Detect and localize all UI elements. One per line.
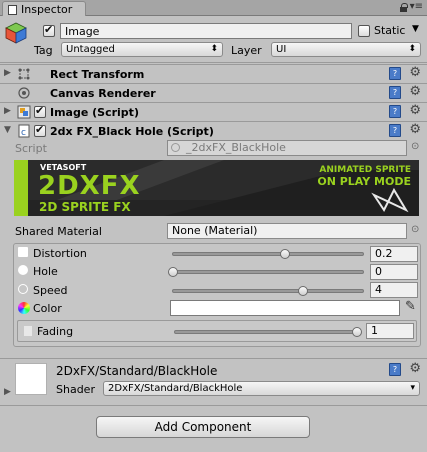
eyedropper-icon[interactable]: ✎ — [405, 299, 416, 314]
help-book-icon[interactable]: ? — [389, 363, 401, 376]
shared-material-field[interactable]: None (Material) — [167, 223, 407, 239]
help-book-icon[interactable]: ? — [389, 105, 401, 118]
color-wheel-icon — [18, 302, 30, 314]
canvas-renderer-icon — [18, 87, 30, 99]
tag-label: Tag — [34, 44, 53, 57]
gear-icon[interactable]: ⚙ — [409, 84, 421, 99]
banner-subtitle: 2D SPRITE FX — [39, 200, 131, 214]
tab-inspector[interactable]: Inspector — [2, 1, 86, 16]
hole-slider[interactable] — [172, 270, 364, 274]
fading-slider[interactable] — [174, 330, 360, 334]
component-enabled-checkbox[interactable] — [34, 104, 46, 118]
tab-inspector-label: Inspector — [21, 2, 73, 16]
script-icon: c — [18, 124, 30, 138]
banner-title: 2DXFX — [38, 171, 141, 201]
svg-text:c: c — [21, 128, 26, 138]
foldout-collapsed-icon[interactable]: ▶ — [4, 387, 11, 397]
banner-tagline-2: ON PLAY MODE — [317, 175, 411, 188]
layer-dropdown[interactable]: UI ⬍ — [271, 42, 421, 57]
object-picker-icon[interactable]: ⊙ — [411, 141, 419, 152]
help-book-icon[interactable]: ? — [389, 86, 401, 99]
distortion-slider[interactable] — [172, 252, 364, 256]
script-file-icon — [171, 143, 180, 152]
layer-dropdown-value: UI — [276, 44, 287, 55]
speed-slider-thumb[interactable] — [298, 286, 308, 296]
component-canvas-renderer[interactable]: Canvas Renderer ? ⚙ — [0, 83, 427, 102]
2dxfx-banner: VETASOFT 2DXFX 2D SPRITE FX ANIMATED SPR… — [14, 160, 419, 216]
gameobject-active-checkbox[interactable] — [43, 23, 55, 37]
component-blackhole-script[interactable]: ▼ c 2dx FX_Black Hole (Script) ? ⚙ — [0, 121, 427, 140]
component-title: Canvas Renderer — [50, 87, 156, 100]
gear-icon[interactable]: ⚙ — [409, 122, 421, 137]
hole-icon — [18, 265, 28, 275]
gear-icon[interactable]: ⚙ — [409, 65, 421, 80]
distortion-label: Distortion — [33, 247, 87, 260]
foldout-expanded-icon[interactable]: ▼ — [4, 125, 11, 135]
tag-dropdown[interactable]: Untagged ⬍ — [61, 42, 223, 57]
material-preview — [15, 363, 47, 395]
shader-dropdown-value: 2DxFX/Standard/BlackHole — [108, 383, 243, 394]
component-title: Rect Transform — [50, 68, 145, 81]
fading-label: Fading — [37, 325, 74, 338]
help-book-icon[interactable]: ? — [389, 124, 401, 137]
static-label: Static — [374, 24, 406, 37]
shader-label: Shader — [56, 383, 95, 396]
layer-dropdown-arrow-icon: ⬍ — [408, 44, 416, 54]
foldout-collapsed-icon[interactable]: ▶ — [4, 106, 11, 116]
help-book-icon[interactable]: ? — [389, 67, 401, 80]
window-tab-bar: Inspector ▾≡ — [0, 0, 427, 16]
window-menu-icon[interactable]: ▾≡ — [410, 1, 423, 12]
tag-dropdown-arrow-icon: ⬍ — [210, 44, 218, 54]
divider — [0, 405, 427, 406]
hole-slider-thumb[interactable] — [168, 267, 178, 277]
inspector-icon — [7, 4, 17, 15]
script-object-field[interactable]: _2dxFX_BlackHole — [167, 140, 407, 156]
gear-icon[interactable]: ⚙ — [409, 103, 421, 118]
script-object-value: _2dxFX_BlackHole — [186, 141, 286, 154]
fading-slider-thumb[interactable] — [352, 327, 362, 337]
script-label: Script — [15, 142, 47, 155]
static-checkbox[interactable] — [358, 25, 370, 37]
speed-label: Speed — [33, 284, 68, 297]
gameobject-name-field[interactable]: Image — [60, 23, 352, 39]
distortion-icon — [18, 247, 28, 257]
tag-dropdown-value: Untagged — [66, 44, 115, 55]
layer-label: Layer — [231, 44, 262, 57]
speed-field[interactable]: 4 — [370, 282, 418, 298]
component-title: 2dx FX_Black Hole (Script) — [50, 125, 214, 138]
material-section: ▶ 2DxFX/Standard/BlackHole ? ⚙ Shader 2D… — [0, 358, 427, 404]
speed-slider[interactable] — [172, 289, 364, 293]
hole-field[interactable]: 0 — [370, 264, 418, 280]
gameobject-cube-icon — [5, 22, 27, 44]
material-name: 2DxFX/Standard/BlackHole — [56, 364, 218, 378]
fading-icon — [24, 326, 32, 336]
fading-field[interactable]: 1 — [366, 323, 414, 339]
object-picker-icon[interactable]: ⊙ — [411, 224, 419, 235]
hole-label: Hole — [33, 265, 58, 278]
gear-icon[interactable]: ⚙ — [409, 361, 421, 376]
speed-icon — [18, 284, 28, 294]
distortion-slider-thumb[interactable] — [280, 249, 290, 259]
shader-dropdown-arrow-icon: ▾ — [410, 383, 415, 393]
component-image-script[interactable]: ▶ Image (Script) ? ⚙ — [0, 102, 427, 121]
component-title: Image (Script) — [50, 106, 139, 119]
component-rect-transform[interactable]: ▶ Rect Transform ? ⚙ — [0, 64, 427, 83]
shared-material-label: Shared Material — [15, 225, 102, 238]
shared-material-value: None (Material) — [172, 224, 258, 237]
rect-transform-icon — [18, 68, 30, 80]
gameobject-header: Image Static ▼ Tag Untagged ⬍ Layer UI ⬍ — [0, 17, 427, 63]
lock-icon[interactable] — [400, 3, 408, 12]
static-dropdown-arrow-icon[interactable]: ▼ — [412, 24, 419, 34]
shader-dropdown[interactable]: 2DxFX/Standard/BlackHole ▾ — [103, 381, 420, 396]
banner-tagline-1: ANIMATED SPRITE — [319, 165, 411, 175]
color-label: Color — [33, 302, 62, 315]
distortion-field[interactable]: 0.2 — [370, 246, 418, 262]
add-component-button[interactable]: Add Component — [96, 416, 310, 438]
color-swatch-field[interactable] — [170, 300, 400, 316]
image-script-icon — [17, 105, 31, 119]
foldout-collapsed-icon[interactable]: ▶ — [4, 68, 11, 78]
component-enabled-checkbox[interactable] — [34, 123, 46, 137]
